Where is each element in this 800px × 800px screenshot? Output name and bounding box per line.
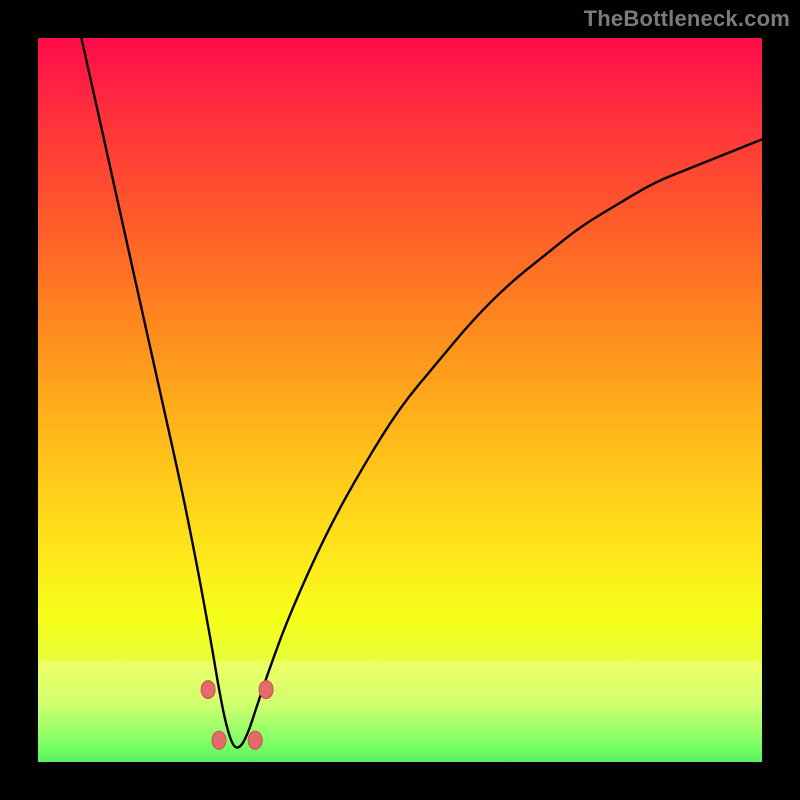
curve-layer	[38, 38, 762, 762]
curve-marker	[259, 681, 273, 699]
curve-marker	[248, 731, 262, 749]
plot-area	[38, 38, 762, 762]
watermark-text: TheBottleneck.com	[584, 6, 790, 32]
bottleneck-curve	[81, 38, 762, 748]
curve-marker	[201, 681, 215, 699]
outer-frame: TheBottleneck.com	[0, 0, 800, 800]
curve-marker	[212, 731, 226, 749]
